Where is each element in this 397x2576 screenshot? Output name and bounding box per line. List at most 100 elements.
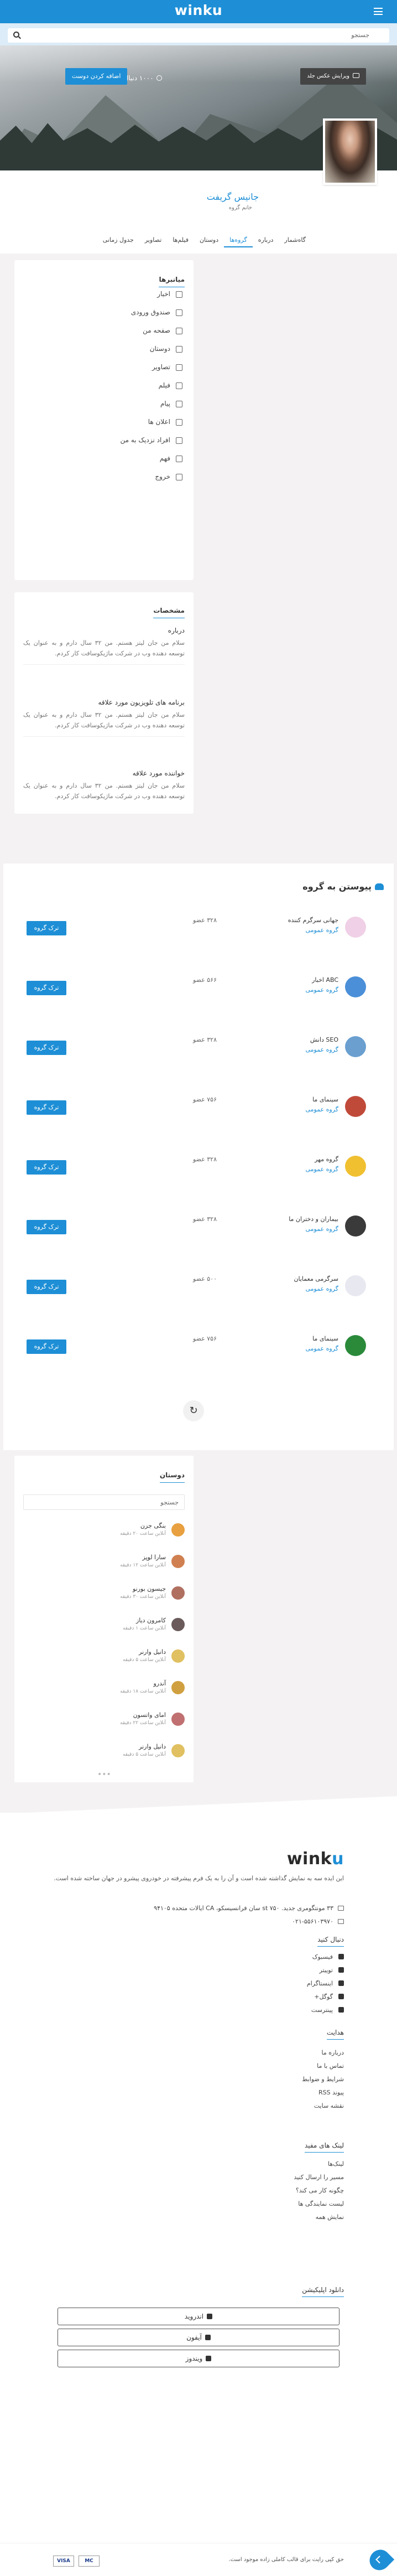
friend-name[interactable]: دانیل وارنر xyxy=(139,1743,166,1750)
friend-avatar[interactable] xyxy=(171,1555,185,1568)
usel-item[interactable]: مسیر را ارسال کنید xyxy=(294,2174,344,2181)
group-name[interactable]: SEO دانش xyxy=(310,1036,338,1043)
useful-links-title: لینک های مفید xyxy=(304,2142,344,2153)
social-item[interactable]: گوگل+ xyxy=(314,1993,344,2000)
usel-item[interactable]: لینک‌ها xyxy=(328,2160,344,2168)
group-avatar[interactable] xyxy=(345,1156,366,1177)
shortcut-item[interactable]: فیلم xyxy=(33,376,182,395)
shortcut-item[interactable]: صندوق ورودی xyxy=(33,303,182,322)
group-avatar[interactable] xyxy=(345,1275,366,1296)
shortcut-item[interactable]: پیام xyxy=(33,395,182,413)
search-input[interactable]: جستجو xyxy=(8,28,389,43)
app-button[interactable]: اندروید xyxy=(58,2308,339,2325)
group-name[interactable]: جهانی سرگرم کننده xyxy=(288,917,338,924)
friend-row[interactable]: بنگی جزن آنلاین ساعت ۲۰ دقیقه xyxy=(23,1521,185,1543)
search-icon[interactable] xyxy=(13,32,19,38)
group-name[interactable]: سینمای ما xyxy=(312,1335,338,1342)
friend-row[interactable]: آندرو آنلاین ساعت ۱۸ دقیقه xyxy=(23,1679,185,1701)
leave-group-button[interactable]: ترک گروه xyxy=(27,1220,66,1234)
navl-item[interactable]: پیوند RSS xyxy=(318,2089,344,2096)
friend-avatar[interactable] xyxy=(171,1618,185,1631)
leave-group-button[interactable]: ترک گروه xyxy=(27,1100,66,1115)
shortcut-item[interactable]: افراد نزدیک به من xyxy=(33,431,182,449)
tab-3[interactable]: دوستان xyxy=(194,234,224,247)
friend-avatar[interactable] xyxy=(171,1744,185,1757)
social-item[interactable]: پینترست xyxy=(311,2006,344,2014)
leave-group-button[interactable]: ترک گروه xyxy=(27,921,66,935)
group-avatar[interactable] xyxy=(345,1335,366,1356)
friend-name[interactable]: کامرون دیاز xyxy=(136,1617,166,1624)
friend-row[interactable]: دانیل وارنر آنلاین ساعت ۵ دقیقه xyxy=(23,1647,185,1669)
tab-6[interactable]: جدول زمانی xyxy=(97,234,139,247)
navl-item[interactable]: نقشه سایت xyxy=(314,2102,344,2109)
friend-avatar[interactable] xyxy=(171,1586,185,1600)
shortcut-item[interactable]: خروج xyxy=(33,468,182,486)
edit-cover-button[interactable]: ویرایش عکس جلد xyxy=(300,68,366,85)
add-friend-button[interactable]: اضافه کردن دوست xyxy=(65,68,128,85)
group-avatar[interactable] xyxy=(345,1215,366,1237)
leave-group-button[interactable]: ترک گروه xyxy=(27,1160,66,1175)
friend-row[interactable]: امای واتسون آنلاین ساعت ۲۲ دقیقه xyxy=(23,1710,185,1732)
app-button[interactable]: ویندوز xyxy=(58,2350,339,2367)
app-button[interactable]: آیفون xyxy=(58,2329,339,2346)
tab-4[interactable]: فیلم‌ها xyxy=(167,234,194,247)
friend-avatar[interactable] xyxy=(171,1523,185,1537)
shortcut-item[interactable]: فهم xyxy=(33,449,182,468)
friend-name[interactable]: دانیل وارنر xyxy=(139,1648,166,1656)
group-name[interactable]: سینمای ما xyxy=(312,1096,338,1103)
friend-row[interactable]: کامرون دیاز آنلاین ساعت ۱ دقیقه xyxy=(23,1616,185,1638)
shortcut-item[interactable]: تصاویر xyxy=(33,358,182,376)
leave-group-button[interactable]: ترک گروه xyxy=(27,1339,66,1354)
shortcut-item[interactable]: دوستان xyxy=(33,340,182,358)
tab-2[interactable]: گروه‌ها xyxy=(224,234,253,247)
group-name[interactable]: بیماران و دختران ما xyxy=(289,1215,338,1223)
social-item[interactable]: اینستاگرام xyxy=(307,1980,344,1987)
friend-row[interactable]: سارا لوپز آنلاین ساعت ۱۲ دقیقه xyxy=(23,1553,185,1575)
friend-avatar[interactable] xyxy=(171,1713,185,1726)
friends-search-input[interactable]: جستجو xyxy=(23,1494,185,1510)
usel-item[interactable]: لیست نمایندگی ها xyxy=(298,2200,344,2207)
social-item[interactable]: فیسبوک xyxy=(312,1953,344,1961)
footer-logo[interactable]: winku xyxy=(287,1849,344,1869)
leave-group-button[interactable]: ترک گروه xyxy=(27,1041,66,1055)
shortcut-item[interactable]: اخبار xyxy=(33,285,182,303)
group-name[interactable]: سرگرمی معمایان xyxy=(294,1275,338,1282)
shortcut-item[interactable]: اعلان ها xyxy=(33,413,182,431)
scroll-to-top-button[interactable] xyxy=(365,2545,395,2575)
tab-1[interactable]: درباره xyxy=(253,234,279,247)
footer-bottom: حق کپی رایت برای قالب کاملی زاده موجود ا… xyxy=(0,2543,397,2576)
group-name[interactable]: گروه مهر xyxy=(315,1156,338,1163)
navl-item[interactable]: تماس با ما xyxy=(317,2062,344,2070)
friend-name[interactable]: بنگی جزن xyxy=(140,1522,166,1529)
more-dots-icon[interactable]: ••• xyxy=(97,1770,111,1779)
friend-row[interactable]: دانیل وارنر آنلاین ساعت ۵ دقیقه xyxy=(23,1742,185,1764)
friend-name[interactable]: آندرو xyxy=(153,1680,166,1687)
group-avatar[interactable] xyxy=(345,1096,366,1117)
tab-5[interactable]: تصاویر xyxy=(139,234,167,247)
navl-label: درباره ما xyxy=(321,2049,344,2056)
friend-row[interactable]: جیسون بورنو آنلاین ساعت ۳۰ دقیقه xyxy=(23,1584,185,1606)
friend-name[interactable]: جیسون بورنو xyxy=(133,1585,166,1592)
friend-avatar[interactable] xyxy=(171,1681,185,1694)
friend-name[interactable]: سارا لوپز xyxy=(142,1554,166,1561)
group-avatar[interactable] xyxy=(345,976,366,997)
usel-item[interactable]: چگونه کار می کند؟ xyxy=(296,2187,344,2194)
profile-avatar[interactable] xyxy=(323,118,377,185)
tab-0[interactable]: گاه‌شمار xyxy=(279,234,311,247)
friend-avatar[interactable] xyxy=(171,1649,185,1663)
group-avatar[interactable] xyxy=(345,917,366,938)
group-avatar[interactable] xyxy=(345,1036,366,1057)
leave-group-button[interactable]: ترک گروه xyxy=(27,1280,66,1294)
site-logo[interactable]: winku xyxy=(0,2,397,18)
group-name[interactable]: ABC اخبار xyxy=(312,976,338,984)
app-icon xyxy=(206,2356,212,2361)
navl-item[interactable]: درباره ما xyxy=(322,2049,344,2056)
usel-item[interactable]: نمایش همه xyxy=(316,2213,344,2221)
search-placeholder: جستجو xyxy=(351,32,369,39)
friend-name[interactable]: امای واتسون xyxy=(133,1711,166,1719)
refresh-button[interactable]: ↻ xyxy=(183,1400,204,1421)
leave-group-button[interactable]: ترک گروه xyxy=(27,981,66,995)
social-item[interactable]: توییتر xyxy=(319,1967,344,1974)
shortcut-item[interactable]: صفحه من xyxy=(33,322,182,340)
navl-item[interactable]: شرایط و ضوابط xyxy=(302,2076,344,2083)
